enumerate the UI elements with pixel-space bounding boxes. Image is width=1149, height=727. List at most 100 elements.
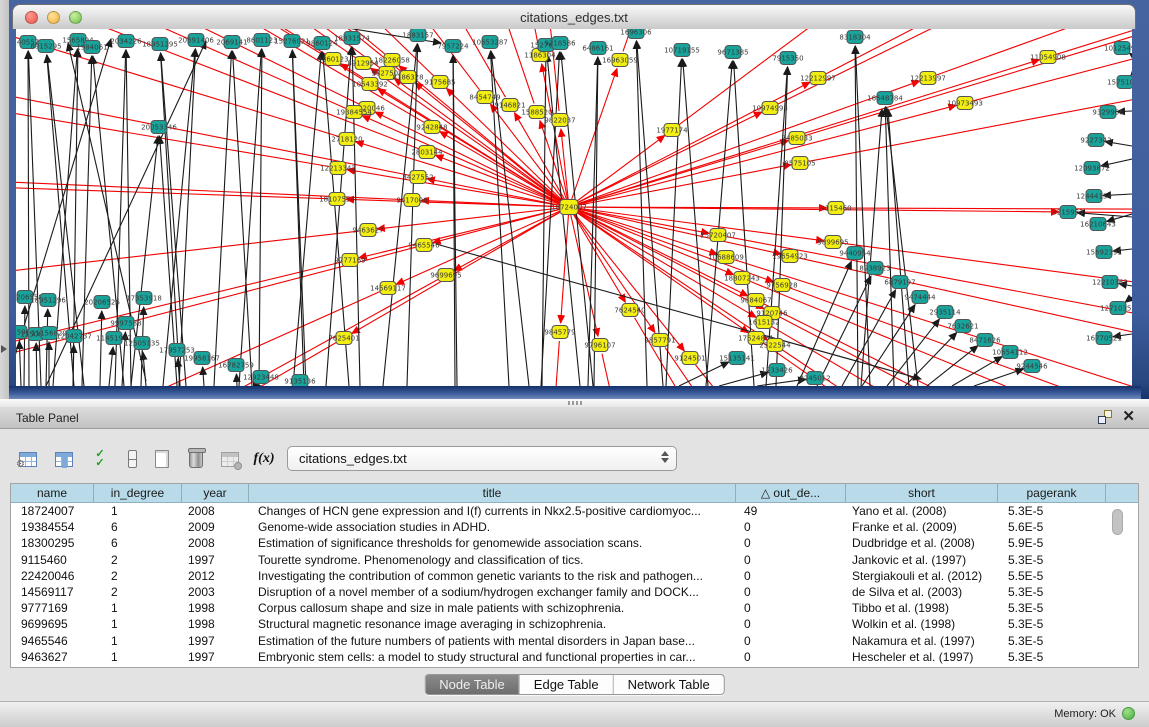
table-cell[interactable]: 2012 [182, 568, 249, 584]
table-settings-button[interactable]: ⚙ [14, 445, 42, 473]
table-cell[interactable]: Embryonic stem cells: a model to study s… [249, 649, 736, 665]
column-header-name[interactable]: name [11, 484, 94, 502]
table-cell[interactable]: 9115460 [11, 552, 94, 568]
table-cell[interactable]: 0 [736, 600, 846, 616]
table-cell[interactable]: Wolkin et al. (1998) [846, 616, 998, 632]
table-cell[interactable]: 49 [736, 503, 846, 519]
table-cell[interactable]: 2008 [182, 503, 249, 519]
table-cell[interactable]: 0 [736, 649, 846, 665]
table-row[interactable]: 911546021997Tourette syndrome. Phenomeno… [11, 552, 1138, 568]
column-header-in_degree[interactable]: in_degree [94, 484, 182, 502]
table-cell[interactable]: Franke et al. (2009) [846, 519, 998, 535]
table-cell[interactable]: 0 [736, 584, 846, 600]
table-cell[interactable]: 5.5E-5 [998, 568, 1106, 584]
new-table-button[interactable] [148, 445, 176, 473]
column-header-short[interactable]: short [846, 484, 998, 502]
table-cell[interactable]: 5.6E-5 [998, 519, 1106, 535]
table-cell[interactable]: 2003 [182, 584, 249, 600]
table-cell[interactable]: 5.3E-5 [998, 616, 1106, 632]
table-cell[interactable]: de Silva et al. (2003) [846, 584, 998, 600]
table-cell[interactable]: 1 [94, 503, 182, 519]
network-view-canvas[interactable]: 9860123891295418226058982750881863281054… [16, 29, 1132, 386]
table-cell[interactable]: 5.3E-5 [998, 552, 1106, 568]
table-row[interactable]: 1830029562008Estimation of significance … [11, 535, 1138, 551]
table-cell[interactable]: 1998 [182, 600, 249, 616]
column-header-pagerank[interactable]: pagerank [998, 484, 1106, 502]
table-cell[interactable]: 19384554 [11, 519, 94, 535]
table-cell[interactable]: 1997 [182, 649, 249, 665]
table-cell[interactable]: 1 [94, 633, 182, 649]
table-row[interactable]: 946362711997Embryonic stem cells: a mode… [11, 649, 1138, 665]
table-cell[interactable]: 1997 [182, 552, 249, 568]
table-cell[interactable]: 0 [736, 535, 846, 551]
table-cell[interactable]: 0 [736, 616, 846, 632]
column-header-out_de[interactable]: △ out_de... [736, 484, 846, 502]
table-row[interactable]: 977716911998Corpus callosum shape and si… [11, 600, 1138, 616]
table-cell[interactable]: 9777169 [11, 600, 94, 616]
tab-node-table[interactable]: Node Table [425, 675, 520, 694]
table-cell[interactable]: 0 [736, 568, 846, 584]
table-cell[interactable]: 2009 [182, 519, 249, 535]
table-cell[interactable]: 14569117 [11, 584, 94, 600]
table-cell[interactable]: 6 [94, 535, 182, 551]
select-column-button[interactable] [50, 445, 78, 473]
table-cell[interactable]: 0 [736, 519, 846, 535]
table-cell[interactable]: 2 [94, 584, 182, 600]
table-cell[interactable]: Yano et al. (2008) [846, 503, 998, 519]
table-cell[interactable]: 18724007 [11, 503, 94, 519]
table-cell[interactable]: Hescheler et al. (1997) [846, 649, 998, 665]
memory-status[interactable]: Memory: OK [1054, 707, 1135, 720]
table-cell[interactable]: 5.3E-5 [998, 600, 1106, 616]
table-cell[interactable]: Tibbo et al. (1998) [846, 600, 998, 616]
table-cell[interactable]: Estimation of the future numbers of pati… [249, 633, 736, 649]
table-cell[interactable]: Corpus callosum shape and size in male p… [249, 600, 736, 616]
table-cell[interactable]: 1 [94, 616, 182, 632]
table-row[interactable]: 946554611997Estimation of the future num… [11, 633, 1138, 649]
table-cell[interactable]: 1998 [182, 616, 249, 632]
table-cell[interactable]: Structural magnetic resonance image aver… [249, 616, 736, 632]
scrollbar-thumb[interactable] [1112, 509, 1123, 535]
table-cell[interactable]: Changes of HCN gene expression and I(f) … [249, 503, 736, 519]
panel-expand-arrow-icon[interactable] [1, 345, 7, 353]
table-cell[interactable]: 6 [94, 519, 182, 535]
table-cell[interactable]: 5.3E-5 [998, 649, 1106, 665]
table-cell[interactable]: 5.9E-5 [998, 535, 1106, 551]
table-cell[interactable]: 22420046 [11, 568, 94, 584]
table-cell[interactable]: Dudbridge et al. (2008) [846, 535, 998, 551]
table-cell[interactable]: 1 [94, 649, 182, 665]
row-mode-button[interactable] [118, 445, 146, 473]
column-header-year[interactable]: year [182, 484, 249, 502]
table-row[interactable]: 1456911722003Disruption of a novel membe… [11, 584, 1138, 600]
table-cell[interactable]: Disruption of a novel member of a sodium… [249, 584, 736, 600]
table-cell[interactable]: 0 [736, 552, 846, 568]
table-cell[interactable]: 9465546 [11, 633, 94, 649]
table-cell[interactable]: Tourette syndrome. Phenomenology and cla… [249, 552, 736, 568]
close-panel-icon[interactable]: ✕ [1122, 410, 1135, 424]
table-cell[interactable]: Investigating the contribution of common… [249, 568, 736, 584]
table-cell[interactable]: 5.3E-5 [998, 633, 1106, 649]
table-row[interactable]: 1872400712008Changes of HCN gene express… [11, 503, 1138, 519]
table-cell[interactable]: 5.3E-5 [998, 503, 1106, 519]
table-cell[interactable]: Estimation of significance thresholds fo… [249, 535, 736, 551]
table-cell[interactable]: 1 [94, 600, 182, 616]
table-cell[interactable]: Stergiakouli et al. (2012) [846, 568, 998, 584]
table-cell[interactable]: 18300295 [11, 535, 94, 551]
table-cell[interactable]: 2008 [182, 535, 249, 551]
table-cell[interactable]: 0 [736, 633, 846, 649]
table-cell[interactable]: Nakamura et al. (1997) [846, 633, 998, 649]
table-cell[interactable]: 2 [94, 552, 182, 568]
function-builder-button[interactable]: f(x) [250, 445, 278, 473]
splitter-grip-icon[interactable] [568, 401, 582, 405]
network-window-titlebar[interactable]: citations_edges.txt [12, 4, 1136, 29]
table-row[interactable]: 1938455462009Genome-wide association stu… [11, 519, 1138, 535]
delete-button[interactable] [182, 445, 210, 473]
tab-network-table[interactable]: Network Table [614, 675, 724, 694]
table-cell[interactable]: 2 [94, 568, 182, 584]
column-checklist-button[interactable]: ✓✓ [86, 445, 114, 473]
tab-edge-table[interactable]: Edge Table [520, 675, 614, 694]
table-cell[interactable]: 5.3E-5 [998, 584, 1106, 600]
table-cell[interactable]: Jankovic et al. (1997) [846, 552, 998, 568]
table-source-dropdown[interactable]: citations_edges.txt [287, 446, 677, 471]
panel-splitter[interactable] [0, 399, 1149, 407]
table-cell[interactable]: 9463627 [11, 649, 94, 665]
